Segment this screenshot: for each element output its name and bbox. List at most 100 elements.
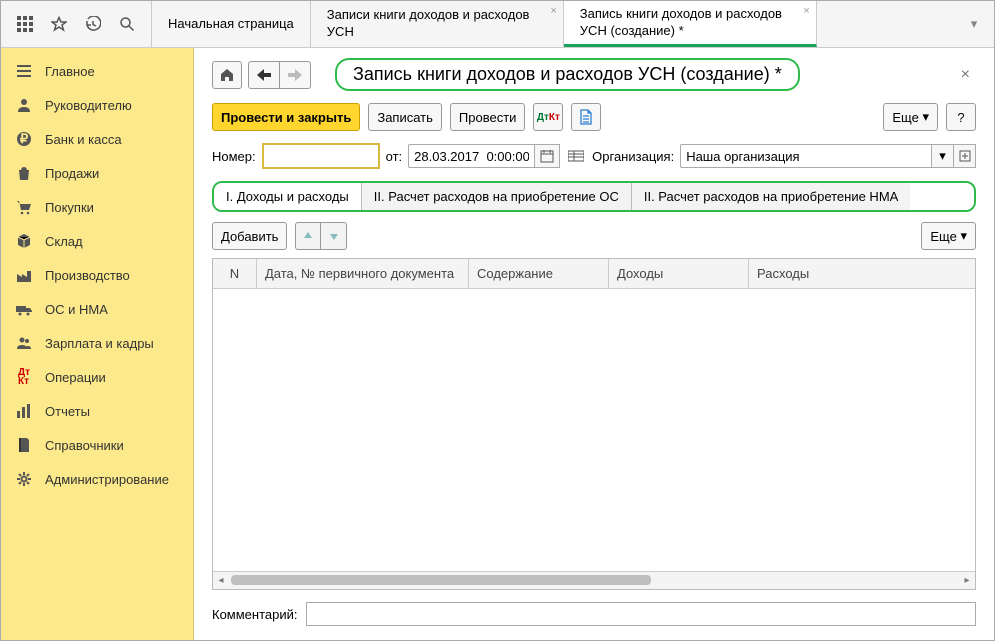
sidebar-item-label: Покупки <box>45 200 94 215</box>
date-input[interactable] <box>408 144 534 168</box>
comment-row: Комментарий: <box>212 602 976 626</box>
scroll-left-icon[interactable]: ◂ <box>213 572 229 589</box>
book-icon <box>15 436 33 454</box>
dtkt-button[interactable]: ДтКт <box>533 103 563 131</box>
topbar: Начальная страница Записи книги доходов … <box>1 1 994 48</box>
sidebar-item-operations[interactable]: ДтКт Операции <box>1 360 193 394</box>
sidebar-item-label: Зарплата и кадры <box>45 336 154 351</box>
sidebar-item-label: Отчеты <box>45 404 90 419</box>
sidebar-item-label: Производство <box>45 268 130 283</box>
chart-icon <box>15 402 33 420</box>
sidebar-item-label: Продажи <box>45 166 99 181</box>
sidebar-item-warehouse[interactable]: Склад <box>1 224 193 258</box>
sidebar-item-sales[interactable]: Продажи <box>1 156 193 190</box>
chevron-down-icon[interactable]: ▾ <box>932 144 954 168</box>
tab-label: Начальная страница <box>168 16 294 33</box>
tab-start-page[interactable]: Начальная страница <box>152 1 311 47</box>
sidebar-item-label: Главное <box>45 64 95 79</box>
scroll-right-icon[interactable]: ▸ <box>959 572 975 589</box>
scroll-thumb[interactable] <box>231 575 651 585</box>
from-label: от: <box>386 149 403 164</box>
col-content[interactable]: Содержание <box>469 259 609 288</box>
tabs-dropdown[interactable]: ▾ <box>954 1 994 47</box>
form-row: Номер: от: Организация: ▾ <box>212 143 976 169</box>
search-icon[interactable] <box>117 14 137 34</box>
calendar-icon[interactable] <box>534 144 560 168</box>
sidebar-item-production[interactable]: Производство <box>1 258 193 292</box>
tab-label: Записи книги доходов и расходов УСН <box>327 7 547 41</box>
sidebar-item-label: Банк и касса <box>45 132 122 147</box>
more-button[interactable]: Еще ▾ <box>883 103 938 131</box>
list-mode-icon[interactable] <box>566 146 586 166</box>
save-button[interactable]: Записать <box>368 103 442 131</box>
col-income[interactable]: Доходы <box>609 259 749 288</box>
sidebar-item-fixed-assets[interactable]: ОС и НМА <box>1 292 193 326</box>
home-button[interactable] <box>212 61 242 89</box>
table-body[interactable] <box>213 289 975 571</box>
col-n[interactable]: N <box>213 259 257 288</box>
sidebar-item-bank[interactable]: ₽ Банк и касса <box>1 122 193 156</box>
title-row: Запись книги доходов и расходов УСН (соз… <box>212 58 976 91</box>
col-expense[interactable]: Расходы <box>749 259 975 288</box>
document-icon[interactable] <box>571 103 601 131</box>
toolbar: Провести и закрыть Записать Провести ДтК… <box>212 103 976 131</box>
sidebar-item-label: Руководителю <box>45 98 132 113</box>
dk-icon: ДтКт <box>15 368 33 386</box>
org-select: ▾ <box>680 144 976 168</box>
horizontal-scrollbar[interactable]: ◂ ▸ <box>213 571 975 589</box>
comment-input[interactable] <box>306 602 977 626</box>
table: N Дата, № первичного документа Содержани… <box>212 258 976 590</box>
tab-list[interactable]: Записи книги доходов и расходов УСН × <box>311 1 564 47</box>
close-icon[interactable]: × <box>550 5 556 17</box>
factory-icon <box>15 266 33 284</box>
inner-tab-os[interactable]: II. Расчет расходов на приобретение ОС <box>362 183 632 210</box>
forward-button[interactable] <box>280 61 311 89</box>
table-toolbar: Добавить Еще ▾ <box>212 222 976 250</box>
sidebar-item-main[interactable]: Главное <box>1 54 193 88</box>
sidebar-item-manager[interactable]: Руководителю <box>1 88 193 122</box>
post-button[interactable]: Провести <box>450 103 526 131</box>
close-icon[interactable]: × <box>803 5 809 17</box>
sidebar-item-catalogs[interactable]: Справочники <box>1 428 193 462</box>
ruble-icon: ₽ <box>15 130 33 148</box>
close-icon[interactable]: × <box>955 64 976 86</box>
table-header: N Дата, № первичного документа Содержани… <box>213 259 975 289</box>
star-icon[interactable] <box>49 14 69 34</box>
sidebar-item-reports[interactable]: Отчеты <box>1 394 193 428</box>
move-up-button[interactable] <box>295 222 321 250</box>
history-icon[interactable] <box>83 14 103 34</box>
sidebar-item-hr[interactable]: Зарплата и кадры <box>1 326 193 360</box>
col-doc[interactable]: Дата, № первичного документа <box>257 259 469 288</box>
sidebar-item-admin[interactable]: Администрирование <box>1 462 193 496</box>
inner-tabs: I. Доходы и расходы II. Расчет расходов … <box>212 181 976 212</box>
back-button[interactable] <box>248 61 280 89</box>
cart-icon <box>15 198 33 216</box>
truck-icon <box>15 300 33 318</box>
sidebar: Главное Руководителю ₽ Банк и касса Прод… <box>1 48 194 640</box>
inner-tab-income-expense[interactable]: I. Доходы и расходы <box>214 183 362 210</box>
tab-edit[interactable]: Запись книги доходов и расходов УСН (соз… <box>564 1 817 47</box>
table-more-button[interactable]: Еще ▾ <box>921 222 976 250</box>
person-icon <box>15 96 33 114</box>
sidebar-item-purchases[interactable]: Покупки <box>1 190 193 224</box>
chevron-down-icon: ▾ <box>960 228 967 244</box>
post-close-button[interactable]: Провести и закрыть <box>212 103 360 131</box>
box-icon <box>15 232 33 250</box>
open-icon[interactable] <box>954 144 976 168</box>
apps-icon[interactable] <box>15 14 35 34</box>
svg-text:₽: ₽ <box>20 131 29 146</box>
inner-tab-nma[interactable]: II. Расчет расходов на приобретение НМА <box>632 183 910 210</box>
sidebar-item-label: Справочники <box>45 438 124 453</box>
people-icon <box>15 334 33 352</box>
chevron-down-icon: ▾ <box>922 109 929 125</box>
org-input[interactable] <box>680 144 932 168</box>
comment-label: Комментарий: <box>212 607 298 622</box>
number-input[interactable] <box>262 143 380 169</box>
move-down-button[interactable] <box>321 222 347 250</box>
add-button[interactable]: Добавить <box>212 222 287 250</box>
number-label: Номер: <box>212 149 256 164</box>
page-title: Запись книги доходов и расходов УСН (соз… <box>335 58 800 91</box>
sidebar-item-label: ОС и НМА <box>45 302 108 317</box>
content: Запись книги доходов и расходов УСН (соз… <box>194 48 994 640</box>
help-button[interactable]: ? <box>946 103 976 131</box>
